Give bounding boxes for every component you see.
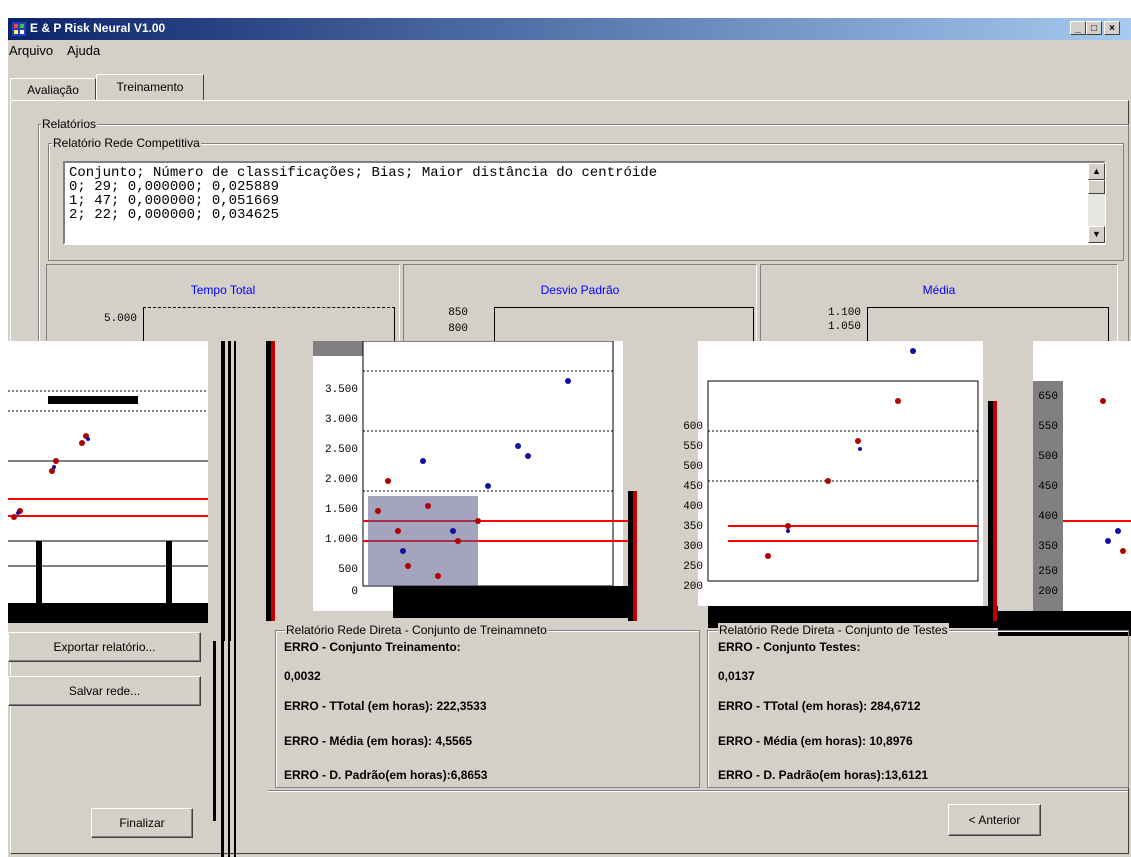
artifact-tick: 550 <box>683 441 703 453</box>
tests-media-error: ERRO - Média (em horas): 10,8976 <box>718 734 913 748</box>
chart-media: Média 1.100 1.050 <box>760 264 1118 353</box>
artifact-tick: 3.500 <box>324 384 358 396</box>
scroll-thumb[interactable] <box>1088 180 1105 194</box>
chart-title: Tempo Total <box>190 283 256 297</box>
artifact-tick: 200 <box>683 581 703 593</box>
training-media-error: ERRO - Média (em horas): 4,5565 <box>284 734 473 748</box>
artifact-tick: 500 <box>338 564 358 576</box>
export-report-button[interactable]: Exportar relatório... <box>8 632 201 662</box>
artifact-tick: 0 <box>351 586 358 598</box>
y-tick-label: 850 <box>448 307 468 319</box>
artifact-tick: 1.000 <box>324 534 358 546</box>
artifact-tick: 400 <box>1038 511 1058 523</box>
tests-dpadrao-error: ERRO - D. Padrão(em horas):13,6121 <box>718 768 929 782</box>
artifact-tick: 350 <box>683 521 703 533</box>
competitive-report-label: Relatório Rede Competitiva <box>52 136 201 150</box>
artifact-tick: 500 <box>1038 451 1058 463</box>
chart-tempo-total: Tempo Total 5.000 <box>46 264 400 353</box>
chart-title: Média <box>922 283 956 297</box>
direct-training-label: Relatório Rede Direta - Conjunto de Trei… <box>285 623 548 637</box>
artifact-tick: 200 <box>1038 586 1058 598</box>
artifact-line <box>213 641 216 821</box>
artifact-line <box>234 641 236 857</box>
artifact-tick: 1.500 <box>324 504 358 516</box>
artifact-line <box>228 641 230 857</box>
training-error-value: 0,0032 <box>284 669 321 683</box>
menu-bar: Arquivo Ajuda <box>8 40 1131 60</box>
scroll-down-arrow-icon[interactable]: ▼ <box>1088 226 1105 243</box>
artifact-tick: 450 <box>1038 481 1058 493</box>
y-tick-label: 800 <box>448 323 468 335</box>
finish-button[interactable]: Finalizar <box>91 808 193 838</box>
app-window: E & P Risk Neural V1.00 _ □ × Arquivo Aj… <box>8 18 1131 857</box>
artifact-tick: 600 <box>683 421 703 433</box>
artifact-tick: 550 <box>1038 421 1058 433</box>
artifact-tick: 350 <box>1038 541 1058 553</box>
artifact-tick: 250 <box>1038 566 1058 578</box>
tests-error-title: ERRO - Conjunto Testes: <box>718 640 861 654</box>
previous-button[interactable]: < Anterior <box>948 804 1041 836</box>
artifact-graphics <box>8 341 1131 641</box>
y-tick-label: 1.050 <box>827 321 861 333</box>
tests-ttotal-error: ERRO - TTotal (em horas): 284,6712 <box>718 699 921 713</box>
tests-error-value: 0,0137 <box>718 669 755 683</box>
y-tick-label: 1.100 <box>827 307 861 319</box>
artifact-tick: 650 <box>1038 391 1058 403</box>
menu-arquivo[interactable]: Arquivo <box>9 43 53 58</box>
save-network-button[interactable]: Salvar rede... <box>8 676 201 706</box>
training-ttotal-error: ERRO - TTotal (em horas): 222,3533 <box>284 699 487 713</box>
training-dpadrao-error: ERRO - D. Padrão(em horas):6,8653 <box>284 768 488 782</box>
artifact-tick: 400 <box>683 501 703 513</box>
window-title: E & P Risk Neural V1.00 <box>30 21 166 35</box>
scroll-up-arrow-icon[interactable]: ▲ <box>1088 163 1105 180</box>
tab-treinamento[interactable]: Treinamento <box>96 74 204 101</box>
memo-line: Conjunto; Número de classificações; Bias… <box>69 165 658 181</box>
bottom-separator <box>268 790 1128 792</box>
memo-line: 2; 22; 0,000000; 0,034625 <box>69 207 280 223</box>
artifact-tick: 450 <box>683 481 703 493</box>
direct-tests-label: Relatório Rede Direta - Conjunto de Test… <box>718 623 949 637</box>
tab-avaliacao[interactable]: Avaliação <box>10 78 96 100</box>
close-button[interactable]: × <box>1104 21 1120 35</box>
chart-render-artifact: 3.500 3.000 2.500 2.000 1.500 1.000 500 … <box>8 341 1131 641</box>
memo-line: 1; 47; 0,000000; 0,051669 <box>69 193 280 209</box>
artifact-tick: 2.000 <box>324 474 358 486</box>
y-tick-label: 5.000 <box>103 313 137 325</box>
artifact-tick: 300 <box>683 541 703 553</box>
artifact-tick: 2.500 <box>324 444 358 456</box>
chart-desvio-padrao: Desvio Padrão 850 800 <box>403 264 757 353</box>
memo-line: 0; 29; 0,000000; 0,025889 <box>69 179 280 195</box>
competitive-report-memo[interactable]: Conjunto; Número de classificações; Bias… <box>63 161 1106 245</box>
artifact-tick: 3.000 <box>324 414 358 426</box>
maximize-button[interactable]: □ <box>1086 21 1102 35</box>
minimize-button[interactable]: _ <box>1070 21 1086 35</box>
artifact-line <box>221 641 224 857</box>
artifact-tick: 500 <box>683 461 703 473</box>
artifact-tick: 250 <box>683 561 703 573</box>
memo-scrollbar[interactable]: ▲ ▼ <box>1088 163 1105 243</box>
title-bar[interactable]: E & P Risk Neural V1.00 _ □ × <box>8 18 1131 40</box>
menu-ajuda[interactable]: Ajuda <box>67 43 100 58</box>
reports-group-label: Relatórios <box>41 117 98 131</box>
chart-title: Desvio Padrão <box>540 283 620 297</box>
app-icon <box>12 22 26 36</box>
training-error-title: ERRO - Conjunto Treinamento: <box>284 640 461 654</box>
